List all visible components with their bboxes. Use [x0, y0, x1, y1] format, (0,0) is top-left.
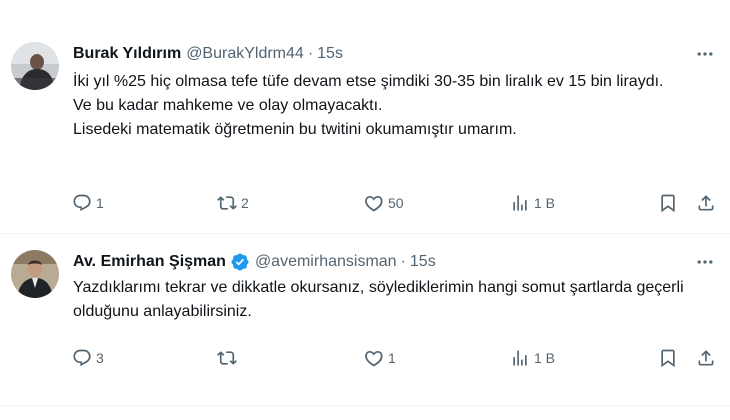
- retweet-icon: [217, 193, 237, 213]
- tweet-divider: [0, 405, 730, 406]
- timeline-feed: Burak Yıldırım @BurakYldrm44 · 15s İki y…: [0, 0, 730, 420]
- retweet-button[interactable]: 2: [217, 185, 249, 221]
- reply-icon: [72, 193, 92, 213]
- more-icon[interactable]: [694, 43, 716, 65]
- views-button[interactable]: 1 B: [510, 340, 555, 376]
- author-name[interactable]: Burak Yıldırım: [73, 45, 181, 63]
- share-button[interactable]: [696, 185, 716, 221]
- tweet[interactable]: Burak Yıldırım @BurakYldrm44 · 15s İki y…: [0, 32, 730, 230]
- tweet-divider: [0, 233, 730, 234]
- retweet-button[interactable]: [217, 340, 241, 376]
- tweet-line: Ve bu kadar mahkeme ve olay olmayacaktı.: [73, 97, 383, 114]
- avatar-image: [11, 250, 59, 298]
- tweet[interactable]: Av. Emirhan Şişman @avemirhansisman · 15…: [0, 236, 730, 396]
- share-icon: [696, 348, 716, 368]
- separator-dot: ·: [400, 253, 406, 270]
- reply-icon: [72, 348, 92, 368]
- retweet-icon: [217, 348, 237, 368]
- more-icon[interactable]: [694, 251, 716, 273]
- tweet-header: Burak Yıldırım @BurakYldrm44 · 15s: [73, 42, 690, 66]
- reply-button[interactable]: 3: [72, 340, 104, 376]
- like-button[interactable]: 1: [364, 340, 396, 376]
- author-name[interactable]: Av. Emirhan Şişman: [73, 253, 226, 271]
- tweet-line: Yazdıklarımı tekrar ve dikkatle okursanı…: [73, 279, 684, 320]
- avatar[interactable]: [11, 250, 59, 298]
- views-icon: [510, 193, 530, 213]
- like-count: 1: [388, 350, 396, 366]
- bookmark-icon: [658, 348, 678, 368]
- like-icon: [364, 348, 384, 368]
- views-icon: [510, 348, 530, 368]
- views-button[interactable]: 1 B: [510, 185, 555, 221]
- views-count: 1 B: [534, 350, 556, 366]
- tweet-line: Lisedeki matematik öğretmenin bu twitini…: [73, 121, 517, 138]
- tweet-header: Av. Emirhan Şişman @avemirhansisman · 15…: [73, 250, 690, 274]
- avatar-image: [11, 42, 59, 90]
- verified-badge-icon: [230, 252, 250, 272]
- timestamp[interactable]: 15s: [317, 45, 343, 63]
- share-icon: [696, 193, 716, 213]
- bookmark-button[interactable]: [658, 340, 678, 376]
- separator-dot: ·: [307, 45, 314, 62]
- tweet-line: İki yıl %25 hiç olmasa tefe tüfe devam e…: [73, 73, 664, 90]
- tweet-text: İki yıl %25 hiç olmasa tefe tüfe devam e…: [73, 70, 700, 142]
- tweet-actions: 3 1 1 B: [60, 340, 720, 376]
- reply-count: 3: [96, 350, 104, 366]
- timestamp[interactable]: 15s: [410, 253, 436, 271]
- like-icon: [364, 193, 384, 213]
- tweet-text: Yazdıklarımı tekrar ve dikkatle okursanı…: [73, 276, 700, 324]
- author-handle[interactable]: @BurakYldrm44: [186, 45, 304, 63]
- views-count: 1 B: [534, 195, 556, 211]
- bookmark-icon: [658, 193, 678, 213]
- avatar[interactable]: [11, 42, 59, 90]
- reply-button[interactable]: 1: [72, 185, 104, 221]
- share-button[interactable]: [696, 340, 716, 376]
- reply-count: 1: [96, 195, 104, 211]
- author-handle[interactable]: @avemirhansisman: [255, 253, 397, 271]
- like-count: 50: [388, 195, 404, 211]
- tweet-actions: 1 2 50 1 B: [60, 185, 720, 221]
- retweet-count: 2: [241, 195, 249, 211]
- bookmark-button[interactable]: [658, 185, 678, 221]
- like-button[interactable]: 50: [364, 185, 404, 221]
